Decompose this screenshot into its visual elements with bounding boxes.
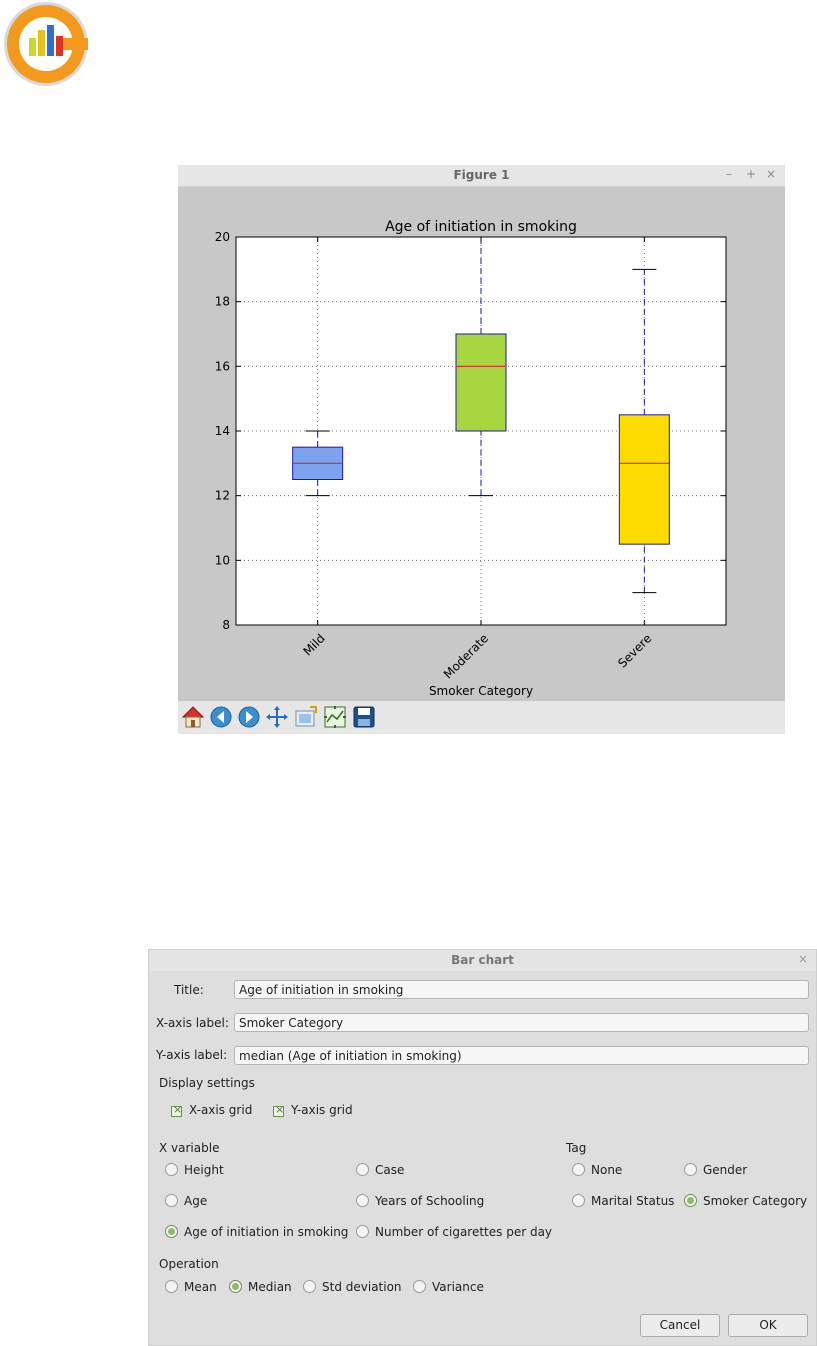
x-axis-label-input[interactable] <box>234 1013 809 1032</box>
close-button[interactable]: × <box>766 167 776 181</box>
box-severe <box>618 414 670 545</box>
y-tick-label: 14 <box>215 424 230 438</box>
save-icon[interactable] <box>351 704 377 730</box>
y-tick-label: 20 <box>215 230 230 244</box>
pan-icon[interactable] <box>264 704 290 730</box>
tag-heading: Tag <box>566 1141 587 1155</box>
tag-marital-status-label: Marital Status <box>591 1194 675 1208</box>
maximize-button[interactable]: + <box>746 167 756 181</box>
xvar-height-radio[interactable] <box>165 1163 178 1176</box>
dialog-close-button[interactable]: × <box>798 952 808 966</box>
y-axis-label-label: Y-axis label: <box>156 1048 228 1062</box>
home-icon[interactable] <box>180 704 206 730</box>
figure-window: Figure 1 – + × Age of initiation in smok… <box>178 165 785 734</box>
tag-none-radio[interactable] <box>572 1163 585 1176</box>
chart-title: Age of initiation in smoking <box>385 219 577 235</box>
y-tick-label: 12 <box>215 489 230 503</box>
chart-canvas: Age of initiation in smoking 8 10 12 14 16 18… <box>215 219 727 698</box>
x-axis-grid-label: X-axis grid <box>189 1103 253 1117</box>
dialog-title: Bar chart <box>451 953 514 967</box>
dialog-titlebar: Bar chart × <box>149 950 816 971</box>
op-mean-label: Mean <box>184 1280 217 1294</box>
app-logo-icon <box>4 2 88 86</box>
xvar-cigarettes-per-day-radio[interactable] <box>356 1225 369 1238</box>
op-mean-radio[interactable] <box>165 1280 178 1293</box>
operation-heading: Operation <box>159 1257 219 1271</box>
zoom-icon[interactable] <box>293 704 319 730</box>
display-settings-heading: Display settings <box>159 1076 255 1090</box>
y-axis-grid-label: Y-axis grid <box>291 1103 353 1117</box>
y-tick-label: 18 <box>215 295 230 309</box>
x-axis-label: Smoker Category <box>429 684 533 698</box>
bar-chart-dialog: Bar chart × Title: X-axis label: Y-axis … <box>148 949 817 1346</box>
xvar-age-label: Age <box>184 1194 208 1208</box>
x-tick-label: Moderate <box>441 631 491 681</box>
op-variance-radio[interactable] <box>413 1280 426 1293</box>
xvar-case-label: Case <box>375 1163 405 1177</box>
y-tick-label: 8 <box>222 618 230 632</box>
ok-button[interactable]: OK <box>728 1314 808 1337</box>
x-axis-grid-checkbox[interactable] <box>171 1103 182 1117</box>
tag-gender-label: Gender <box>703 1163 748 1177</box>
xvar-years-of-schooling-radio[interactable] <box>356 1194 369 1207</box>
figure-titlebar: Figure 1 – + × <box>178 165 785 187</box>
op-std-deviation-label: Std deviation <box>322 1280 402 1294</box>
figure-toolbar <box>178 701 785 734</box>
op-median-radio[interactable] <box>229 1280 242 1293</box>
tag-none-label: None <box>591 1163 623 1177</box>
cancel-button[interactable]: Cancel <box>640 1314 720 1337</box>
x-variable-heading: X variable <box>159 1141 220 1155</box>
xvar-years-of-schooling-label: Years of Schooling <box>375 1194 485 1208</box>
title-label: Title: <box>174 983 204 997</box>
y-tick-label: 16 <box>215 359 230 373</box>
tag-gender-radio[interactable] <box>684 1163 697 1176</box>
figure-title: Figure 1 <box>453 168 510 182</box>
x-tick-label: Severe <box>615 631 654 670</box>
xvar-case-radio[interactable] <box>356 1163 369 1176</box>
op-variance-label: Variance <box>432 1280 484 1294</box>
xvar-cigarettes-per-day-label: Number of cigarettes per day <box>375 1225 553 1239</box>
xvar-height-label: Height <box>184 1163 224 1177</box>
tag-smoker-category-radio[interactable] <box>684 1194 697 1207</box>
x-tick-label: Mild <box>300 631 327 658</box>
box-moderate <box>455 333 507 432</box>
configure-subplots-icon[interactable] <box>322 704 348 730</box>
y-axis-grid-checkbox[interactable] <box>273 1103 284 1117</box>
y-tick-label: 10 <box>215 553 230 567</box>
tag-marital-status-radio[interactable] <box>572 1194 585 1207</box>
x-axis-label-label: X-axis label: <box>156 1016 229 1030</box>
tag-smoker-category-label: Smoker Category <box>703 1194 808 1208</box>
xvar-age-of-initiation-radio[interactable] <box>165 1225 178 1238</box>
op-median-label: Median <box>248 1280 292 1294</box>
y-axis-label-input[interactable] <box>234 1046 809 1065</box>
back-arrow-icon[interactable] <box>208 704 234 730</box>
minimize-button[interactable]: – <box>726 167 732 181</box>
xvar-age-radio[interactable] <box>165 1194 178 1207</box>
op-std-deviation-radio[interactable] <box>303 1280 316 1293</box>
forward-arrow-icon[interactable] <box>236 704 262 730</box>
xvar-age-of-initiation-label: Age of initiation in smoking <box>184 1225 349 1239</box>
title-input[interactable] <box>234 980 809 999</box>
